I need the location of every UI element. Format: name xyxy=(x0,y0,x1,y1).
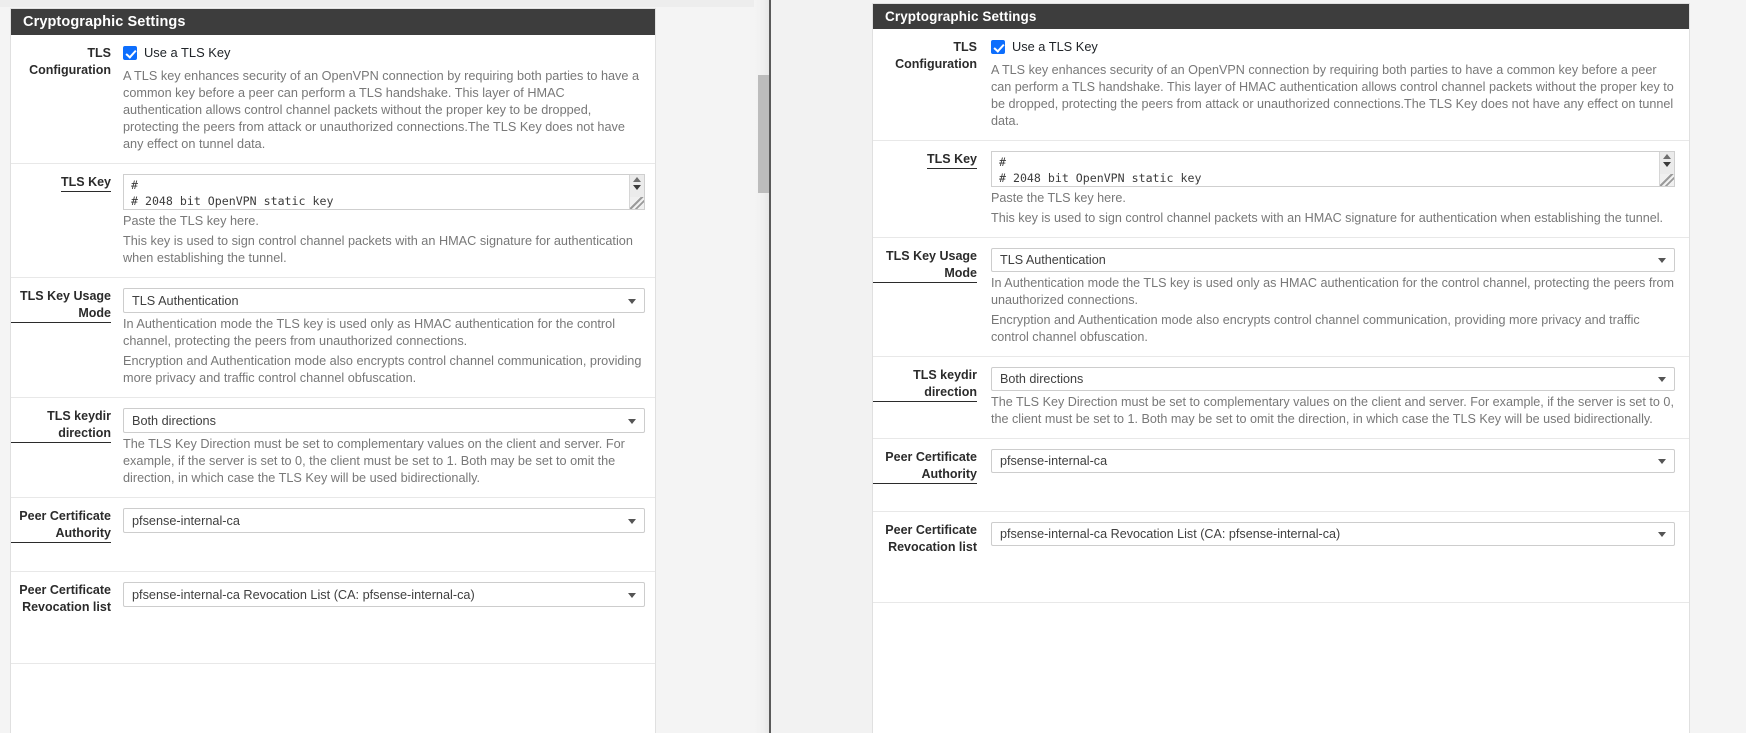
row-tls-keydir-direction: TLS keydir direction Both directions The… xyxy=(873,357,1689,439)
tls-key-textarea-wrap: # # 2048 bit OpenVPN static key xyxy=(991,151,1675,187)
control-peer-certificate-authority: pfsense-internal-ca xyxy=(123,508,655,561)
label-peer-certificate-authority: Peer Certificate Authority xyxy=(11,508,123,561)
help-tls-key-usage-mode-line2: Encryption and Authentication mode also … xyxy=(123,354,642,385)
help-tls-key-line2: This key is used to sign control channel… xyxy=(123,234,633,265)
peer-certificate-revocation-list-select[interactable]: pfsense-internal-ca Revocation List (CA:… xyxy=(991,522,1675,546)
label-peer-certificate-authority: Peer Certificate Authority xyxy=(873,449,991,501)
control-peer-certificate-revocation-list: pfsense-internal-ca Revocation List (CA:… xyxy=(991,522,1689,592)
label-tls-key: TLS Key xyxy=(873,151,991,227)
peer-certificate-authority-value: pfsense-internal-ca xyxy=(1000,454,1108,468)
chevron-down-icon xyxy=(628,418,636,424)
chevron-down-icon xyxy=(1658,459,1666,464)
tls-keydir-direction-select[interactable]: Both directions xyxy=(991,367,1675,391)
cryptographic-settings-panel-left: Cryptographic Settings TLS Configuration… xyxy=(10,8,656,733)
control-tls-configuration: Use a TLS Key A TLS key enhances securit… xyxy=(123,45,655,153)
control-tls-keydir-direction: Both directions The TLS Key Direction mu… xyxy=(123,408,655,487)
use-tls-key-checkbox-row[interactable]: Use a TLS Key xyxy=(991,39,1675,54)
panel-heading-left: Cryptographic Settings xyxy=(11,9,655,35)
label-tls-configuration: TLS Configuration xyxy=(895,40,977,71)
use-tls-key-checkbox[interactable] xyxy=(991,39,1005,54)
tls-keydir-direction-select[interactable]: Both directions xyxy=(123,408,645,433)
help-tls-key-usage-mode-line1: In Authentication mode the TLS key is us… xyxy=(123,317,616,348)
control-peer-certificate-authority: pfsense-internal-ca xyxy=(991,449,1689,501)
help-tls-configuration: A TLS key enhances security of an OpenVP… xyxy=(991,63,1674,128)
help-tls-keydir-direction: The TLS Key Direction must be set to com… xyxy=(991,395,1674,426)
control-peer-certificate-revocation-list: pfsense-internal-ca Revocation List (CA:… xyxy=(123,582,655,653)
scroll-down-arrow-icon[interactable] xyxy=(633,185,641,190)
help-tls-key-usage-mode-line2: Encryption and Authentication mode also … xyxy=(991,313,1640,344)
tls-key-usage-mode-select[interactable]: TLS Authentication xyxy=(991,248,1675,272)
row-tls-key-usage-mode: TLS Key Usage Mode TLS Authentication In… xyxy=(11,278,655,398)
right-viewport-gutter xyxy=(771,0,872,733)
cryptographic-settings-panel-right: Cryptographic Settings TLS Configuration… xyxy=(872,3,1690,733)
tls-key-usage-mode-select[interactable]: TLS Authentication xyxy=(123,288,645,313)
use-tls-key-checkbox-row[interactable]: Use a TLS Key xyxy=(123,45,645,60)
peer-certificate-revocation-list-value: pfsense-internal-ca Revocation List (CA:… xyxy=(132,587,475,602)
chevron-down-icon xyxy=(1658,532,1666,537)
row-tls-key: TLS Key # # 2048 bit OpenVPN static key … xyxy=(873,141,1689,238)
browser-top-strip xyxy=(0,0,754,7)
panel-body-left: TLS Configuration Use a TLS Key A TLS ke… xyxy=(11,35,655,664)
row-peer-certificate-revocation-list: Peer Certificate Revocation list pfsense… xyxy=(11,572,655,664)
label-tls-key: TLS Key xyxy=(11,174,123,267)
resize-grip-icon[interactable] xyxy=(1660,174,1674,186)
label-peer-certificate-revocation-list: Peer Certificate Revocation list xyxy=(19,583,111,614)
label-tls-key-usage-mode: TLS Key Usage Mode xyxy=(11,288,123,387)
chevron-down-icon xyxy=(628,518,636,524)
scroll-up-arrow-icon[interactable] xyxy=(633,177,641,182)
help-tls-keydir-direction: The TLS Key Direction must be set to com… xyxy=(123,437,625,485)
screenshot-stage: Cryptographic Settings TLS Configuration… xyxy=(0,0,1746,733)
control-tls-configuration: Use a TLS Key A TLS key enhances securit… xyxy=(991,39,1689,130)
tls-key-textarea[interactable]: # # 2048 bit OpenVPN static key xyxy=(991,151,1675,187)
peer-certificate-authority-select[interactable]: pfsense-internal-ca xyxy=(123,508,645,533)
panel-heading-right: Cryptographic Settings xyxy=(873,4,1689,29)
label-tls-keydir-direction: TLS keydir direction xyxy=(873,367,991,428)
page-vertical-scrollbar[interactable] xyxy=(754,0,770,733)
row-tls-key-usage-mode: TLS Key Usage Mode TLS Authentication In… xyxy=(873,238,1689,357)
chevron-down-icon xyxy=(628,592,636,598)
label-tls-keydir-direction: TLS keydir direction xyxy=(11,408,123,487)
row-peer-certificate-authority: Peer Certificate Authority pfsense-inter… xyxy=(11,498,655,572)
label-peer-certificate-revocation-list: Peer Certificate Revocation list xyxy=(885,523,977,554)
peer-certificate-authority-select[interactable]: pfsense-internal-ca xyxy=(991,449,1675,473)
tls-key-textarea[interactable]: # # 2048 bit OpenVPN static key xyxy=(123,174,645,210)
control-tls-key-usage-mode: TLS Authentication In Authentication mod… xyxy=(991,248,1689,346)
chevron-down-icon xyxy=(1658,377,1666,382)
control-tls-key: # # 2048 bit OpenVPN static key Paste th… xyxy=(123,174,655,267)
use-tls-key-checkbox[interactable] xyxy=(123,45,137,60)
row-tls-keydir-direction: TLS keydir direction Both directions The… xyxy=(11,398,655,498)
tls-key-usage-mode-value: TLS Authentication xyxy=(132,293,239,308)
resize-grip-icon[interactable] xyxy=(630,197,644,209)
panel-body-right: TLS Configuration Use a TLS Key A TLS ke… xyxy=(873,29,1689,603)
help-tls-configuration: A TLS key enhances security of an OpenVP… xyxy=(123,69,640,151)
row-tls-configuration: TLS Configuration Use a TLS Key A TLS ke… xyxy=(11,35,655,164)
row-peer-certificate-revocation-list: Peer Certificate Revocation list pfsense… xyxy=(873,512,1689,603)
help-tls-key-line2: This key is used to sign control channel… xyxy=(991,211,1664,225)
control-tls-key-usage-mode: TLS Authentication In Authentication mod… xyxy=(123,288,655,387)
tls-key-textarea-wrap: # # 2048 bit OpenVPN static key xyxy=(123,174,645,210)
peer-certificate-revocation-list-value: pfsense-internal-ca Revocation List (CA:… xyxy=(1000,527,1341,541)
tls-keydir-direction-value: Both directions xyxy=(1000,372,1084,386)
chevron-down-icon xyxy=(628,298,636,304)
help-tls-key-line1: Paste the TLS key here. xyxy=(123,214,259,228)
row-tls-configuration: TLS Configuration Use a TLS Key A TLS ke… xyxy=(873,29,1689,141)
peer-certificate-revocation-list-select[interactable]: pfsense-internal-ca Revocation List (CA:… xyxy=(123,582,645,607)
use-tls-key-label: Use a TLS Key xyxy=(144,45,231,60)
tls-keydir-direction-value: Both directions xyxy=(132,413,216,428)
tls-key-usage-mode-value: TLS Authentication xyxy=(1000,253,1106,267)
label-tls-key-usage-mode: TLS Key Usage Mode xyxy=(873,248,991,346)
help-tls-key-usage-mode-line1: In Authentication mode the TLS key is us… xyxy=(991,276,1675,307)
viewport-divider xyxy=(769,0,771,733)
control-tls-keydir-direction: Both directions The TLS Key Direction mu… xyxy=(991,367,1689,428)
scroll-up-arrow-icon[interactable] xyxy=(1663,154,1671,159)
help-tls-key-line1: Paste the TLS key here. xyxy=(991,191,1126,205)
row-peer-certificate-authority: Peer Certificate Authority pfsense-inter… xyxy=(873,439,1689,512)
chevron-down-icon xyxy=(1658,258,1666,263)
label-tls-configuration: TLS Configuration xyxy=(29,46,111,77)
scroll-down-arrow-icon[interactable] xyxy=(1663,162,1671,167)
use-tls-key-label: Use a TLS Key xyxy=(1012,39,1098,54)
control-tls-key: # # 2048 bit OpenVPN static key Paste th… xyxy=(991,151,1689,227)
peer-certificate-authority-value: pfsense-internal-ca xyxy=(132,513,240,528)
row-tls-key: TLS Key # # 2048 bit OpenVPN static key … xyxy=(11,164,655,278)
